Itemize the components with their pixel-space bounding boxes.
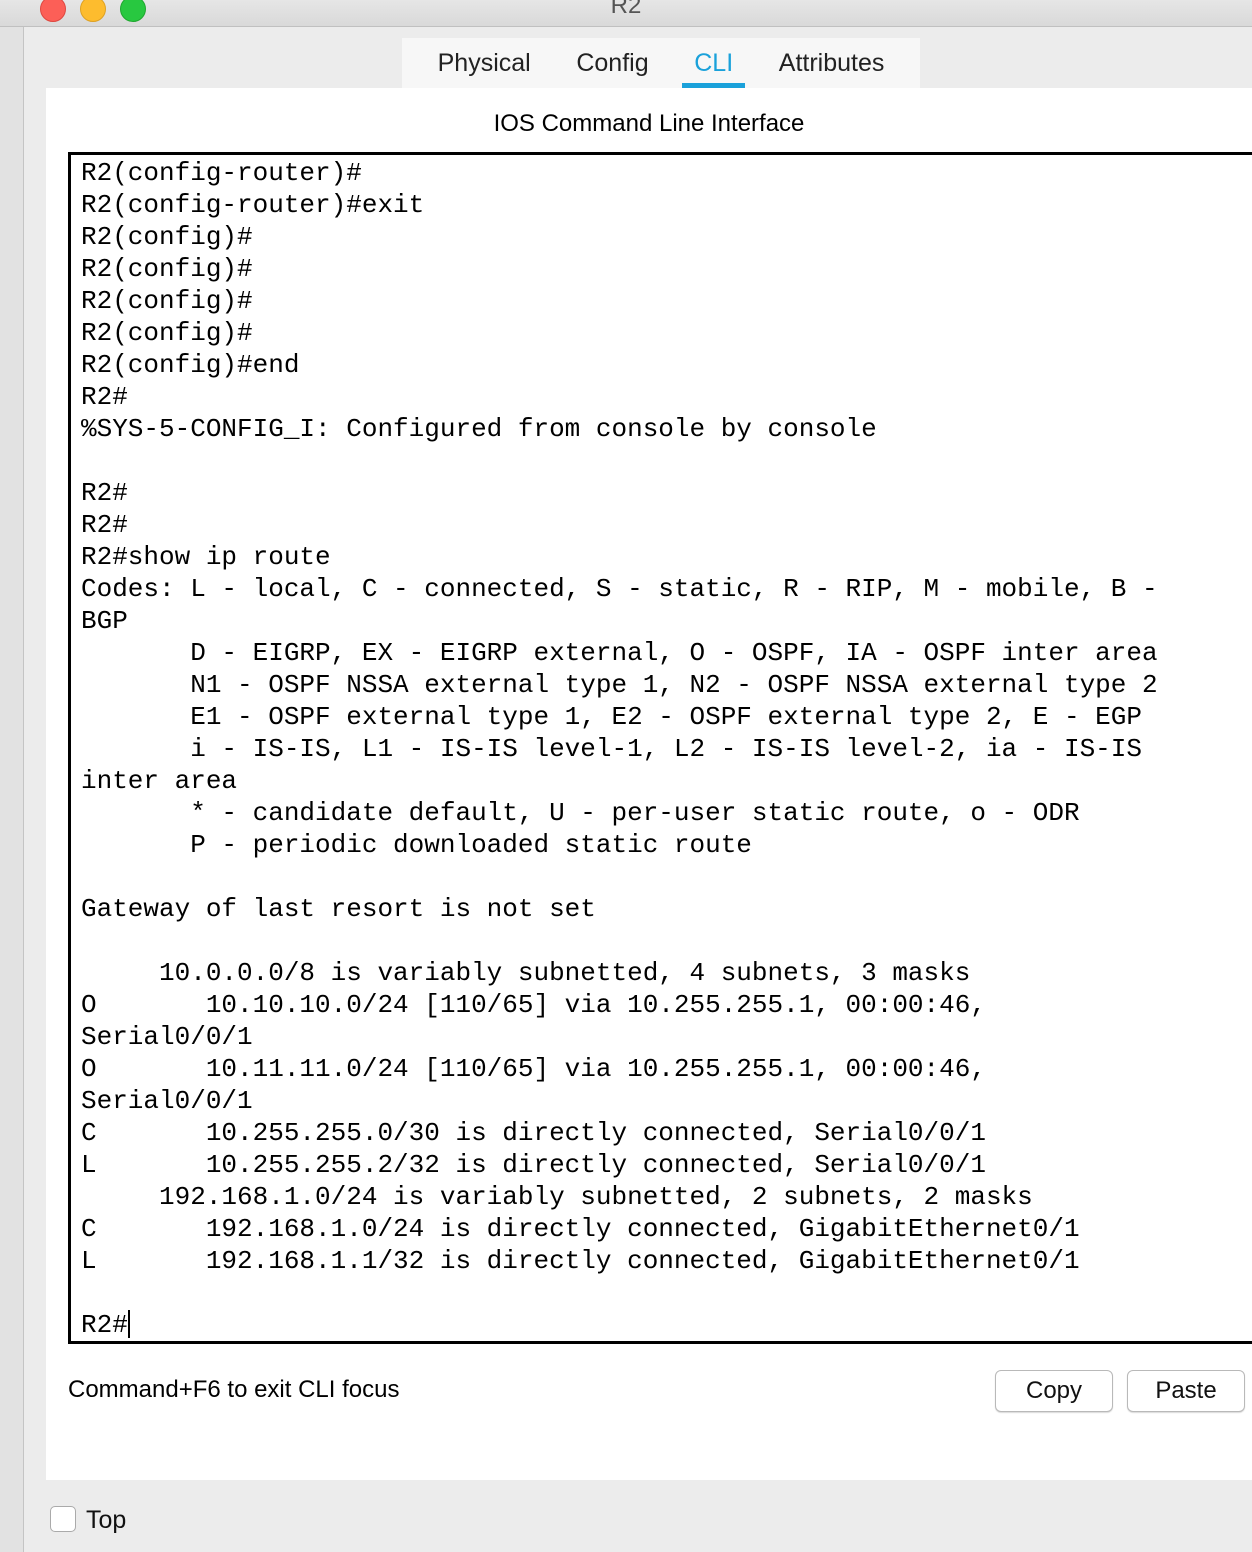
terminal-line: %SYS-5-CONFIG_I: Configured from console… <box>81 414 877 444</box>
terminal-prompt: R2# <box>81 1310 128 1340</box>
paste-button[interactable]: Paste <box>1127 1370 1245 1412</box>
terminal-line: R2# <box>81 510 128 540</box>
text-cursor <box>127 1310 130 1338</box>
terminal-line: R2(config-router)# <box>81 158 362 188</box>
terminal-line: D - EIGRP, EX - EIGRP external, O - OSPF… <box>190 638 1158 668</box>
terminal-line: inter area <box>81 766 238 796</box>
terminal-line: i - IS-IS, L1 - IS-IS level-1, L2 - IS-I… <box>190 734 1142 764</box>
terminal-line: R2(config)#end <box>81 350 300 380</box>
terminal-line: C 192.168.1.0/24 is directly connected, … <box>81 1214 1080 1244</box>
top-checkbox[interactable] <box>50 1506 76 1532</box>
cli-panel: IOS Command Line Interface R2(config-rou… <box>46 88 1252 1480</box>
terminal-line: R2(config-router)#exit <box>81 190 425 220</box>
terminal-line: R2# <box>81 478 128 508</box>
terminal-line: Gateway of last resort is not set <box>81 894 596 924</box>
terminal-line: O 10.10.10.0/24 [110/65] via 10.255.255.… <box>81 990 986 1020</box>
terminal-line: C 10.255.255.0/30 is directly connected,… <box>81 1118 986 1148</box>
terminal-line: BGP <box>81 606 128 636</box>
terminal-output: R2(config-router)# R2(config-router)#exi… <box>81 157 1158 1341</box>
terminal-line: 10.0.0.0/8 is variably subnetted, 4 subn… <box>159 958 971 988</box>
tab-physical[interactable]: Physical <box>428 38 541 88</box>
terminal-line: Serial0/0/1 <box>81 1086 253 1116</box>
terminal-line: * - candidate default, U - per-user stat… <box>190 798 1080 828</box>
terminal-line: R2(config)# <box>81 318 253 348</box>
terminal-line: E1 - OSPF external type 1, E2 - OSPF ext… <box>190 702 1142 732</box>
panel-title: IOS Command Line Interface <box>493 110 805 137</box>
terminal-line: Serial0/0/1 <box>81 1022 253 1052</box>
terminal-line: R2(config)# <box>81 286 253 316</box>
window-left-edge <box>0 0 24 1552</box>
terminal-line: N1 - OSPF NSSA external type 1, N2 - OSP… <box>190 670 1158 700</box>
tab-attributes[interactable]: Attributes <box>769 38 895 88</box>
tab-config[interactable]: Config <box>566 38 658 88</box>
cli-focus-hint: Command+F6 to exit CLI focus <box>68 1376 400 1403</box>
terminal-line: Codes: L - local, C - connected, S - sta… <box>81 574 1158 604</box>
top-checkbox-label: Top <box>86 1506 127 1534</box>
terminal-lines: R2(config-router)# R2(config-router)#exi… <box>81 158 1158 1276</box>
cli-terminal[interactable]: R2(config-router)# R2(config-router)#exi… <box>68 152 1252 1344</box>
tab-bar: Physical Config CLI Attributes <box>402 38 920 88</box>
terminal-line: R2#show ip route <box>81 542 331 572</box>
terminal-line: O 10.11.11.0/24 [110/65] via 10.255.255.… <box>81 1054 986 1084</box>
window-title: R2 <box>610 0 642 19</box>
terminal-line: L 192.168.1.1/32 is directly connected, … <box>81 1246 1080 1276</box>
copy-button[interactable]: Copy <box>995 1370 1113 1412</box>
terminal-line: R2# <box>81 382 128 412</box>
terminal-line: R2(config)# <box>81 222 253 252</box>
terminal-line: R2(config)# <box>81 254 253 284</box>
tab-cli[interactable]: CLI <box>682 38 746 88</box>
terminal-line: P - periodic downloaded static route <box>190 830 752 860</box>
title-bar: R2 <box>0 0 1252 27</box>
terminal-line: L 10.255.255.2/32 is directly connected,… <box>81 1150 986 1180</box>
terminal-line: 192.168.1.0/24 is variably subnetted, 2 … <box>159 1182 1033 1212</box>
